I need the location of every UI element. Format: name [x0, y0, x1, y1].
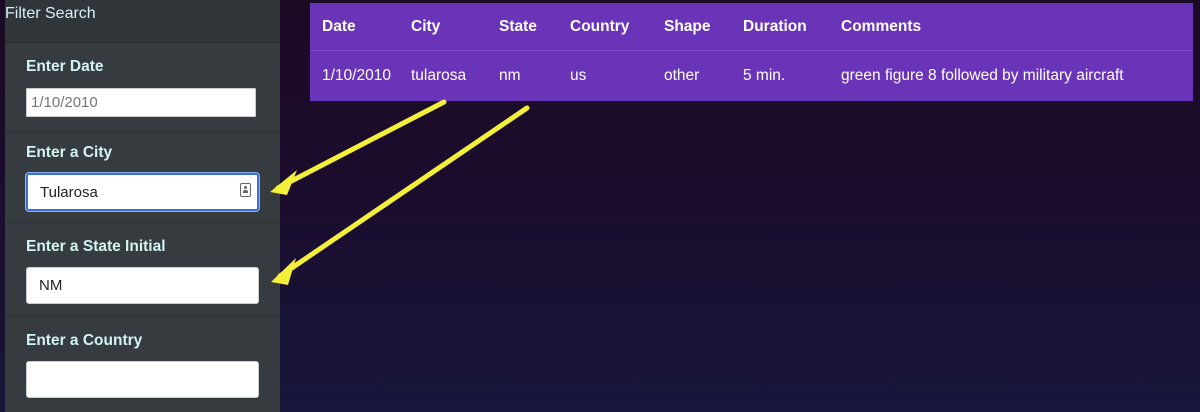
column-header-country: Country — [570, 3, 664, 51]
column-header-comments: Comments — [841, 3, 1193, 51]
contact-card-icon[interactable] — [240, 183, 251, 197]
date-label: Enter Date — [26, 58, 104, 75]
column-header-state: State — [499, 3, 570, 51]
city-label: Enter a City — [26, 144, 113, 161]
annotation-arrow — [277, 105, 530, 279]
divider — [5, 131, 280, 132]
column-header-city: City — [411, 3, 499, 51]
country-input[interactable] — [26, 361, 259, 398]
table-header-row: Date City State Country Shape Duration C… — [310, 3, 1193, 51]
cell-comments: green figure 8 followed by military airc… — [841, 67, 1124, 84]
country-label: Enter a Country — [26, 332, 143, 349]
state-label: Enter a State Initial — [26, 238, 166, 255]
sidebar-title: Filter Search — [5, 5, 96, 22]
divider — [5, 316, 280, 317]
column-header-date: Date — [310, 3, 411, 51]
city-field — [26, 173, 259, 211]
column-header-shape: Shape — [664, 3, 743, 51]
cell-date: 1/10/2010 — [322, 67, 391, 84]
state-input[interactable] — [26, 267, 259, 304]
divider — [5, 222, 280, 223]
date-input[interactable] — [26, 88, 256, 117]
annotation-arrow — [275, 99, 447, 191]
city-input[interactable] — [26, 173, 259, 211]
cell-state: nm — [499, 67, 521, 84]
table-row: 1/10/2010 tularosa nm us other 5 min. gr… — [310, 51, 1193, 102]
filter-sidebar: Filter Search Enter Date Enter a City En… — [5, 0, 280, 412]
column-header-duration: Duration — [743, 3, 841, 51]
cell-duration: 5 min. — [743, 67, 786, 84]
cell-country: us — [570, 67, 587, 84]
cell-shape: other — [664, 67, 700, 84]
cell-city: tularosa — [411, 67, 467, 84]
ufo-table: Date City State Country Shape Duration C… — [310, 3, 1193, 101]
